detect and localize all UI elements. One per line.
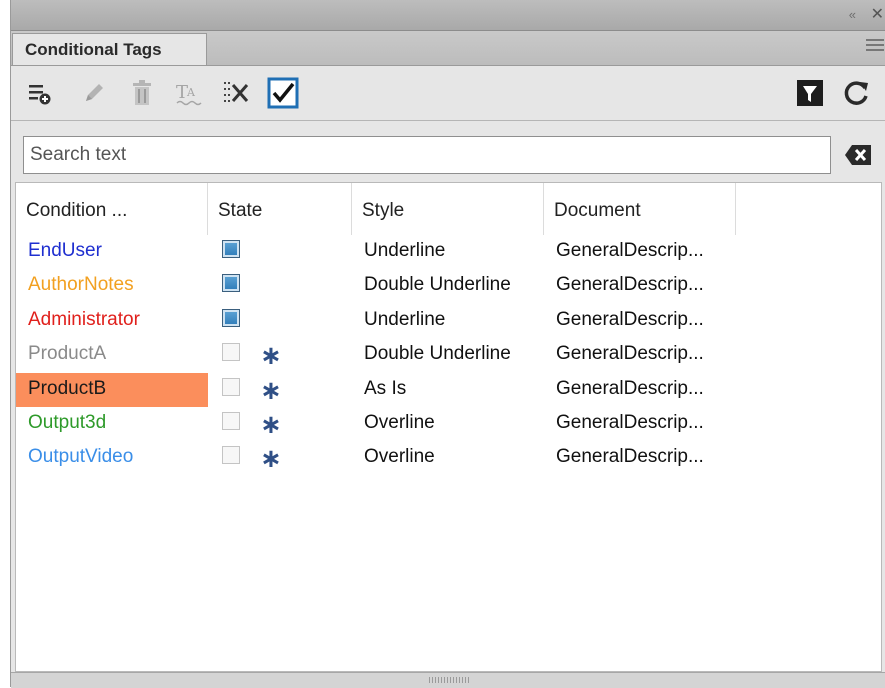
condition-style: Overline xyxy=(364,446,435,468)
condition-row[interactable]: ProductB ∗ As Is GeneralDescrip... xyxy=(16,372,881,407)
column-header-document[interactable]: Document xyxy=(544,183,736,235)
condition-row[interactable]: Output3d ∗ Overline GeneralDescrip... xyxy=(16,407,881,441)
state-checkbox[interactable] xyxy=(222,412,240,430)
condition-style: Double Underline xyxy=(364,274,511,296)
partial-state-icon: ∗ xyxy=(260,443,282,474)
new-condition-button[interactable] xyxy=(23,76,57,110)
panel-menu-icon[interactable] xyxy=(866,39,884,53)
condition-row[interactable]: Administrator Underline GeneralDescrip... xyxy=(16,304,881,338)
condition-name[interactable]: EndUser xyxy=(16,235,208,269)
condition-document: GeneralDescrip... xyxy=(556,446,704,468)
condition-name[interactable]: Administrator xyxy=(16,304,208,338)
condition-document: GeneralDescrip... xyxy=(556,240,704,261)
condition-row[interactable]: EndUser Underline GeneralDescrip... xyxy=(16,235,881,269)
condition-row[interactable]: OutputVideo ∗ Overline GeneralDescrip... xyxy=(16,441,881,475)
partial-state-icon: ∗ xyxy=(260,374,282,405)
state-checkbox[interactable] xyxy=(222,446,240,465)
tab-strip: Conditional Tags xyxy=(11,31,885,66)
close-icon[interactable]: ✕ xyxy=(871,4,884,24)
state-checkbox[interactable] xyxy=(222,274,240,293)
condition-style: Double Underline xyxy=(364,343,511,365)
show-indicators-button[interactable] xyxy=(266,76,300,110)
tab-conditional-tags[interactable]: Conditional Tags xyxy=(12,33,207,65)
condition-document: GeneralDescrip... xyxy=(556,343,704,365)
clear-search-icon[interactable] xyxy=(844,144,872,166)
remove-condition-icon xyxy=(224,82,249,102)
remove-condition-button[interactable] xyxy=(219,76,253,110)
panel-titlebar: « ✕ xyxy=(11,0,885,31)
search-input[interactable] xyxy=(23,136,831,174)
refresh-icon xyxy=(844,81,868,105)
toolbar: T A xyxy=(11,66,885,120)
condition-name[interactable]: OutputVideo xyxy=(16,441,208,475)
search-row xyxy=(11,120,885,181)
svg-text:A: A xyxy=(186,86,196,99)
condition-style: Overline xyxy=(364,412,435,433)
condition-style: As Is xyxy=(364,377,407,399)
edit-condition-button[interactable] xyxy=(77,76,111,110)
checkbox-checked-icon xyxy=(267,77,299,109)
edit-pencil-icon xyxy=(86,84,103,101)
condition-document: GeneralDescrip... xyxy=(556,412,704,433)
state-checkbox[interactable] xyxy=(222,377,240,396)
filter-icon xyxy=(797,80,823,106)
condition-name[interactable]: ProductA xyxy=(16,338,208,372)
filter-button[interactable] xyxy=(793,76,827,110)
condition-document: GeneralDescrip... xyxy=(556,377,704,399)
condition-style: Underline xyxy=(364,308,446,330)
panel-bottom-bar xyxy=(11,672,885,688)
resize-grip[interactable] xyxy=(429,677,469,683)
partial-state-icon: ∗ xyxy=(260,340,282,371)
column-header-state[interactable]: State xyxy=(208,183,352,235)
state-checkbox[interactable] xyxy=(222,308,240,327)
condition-name[interactable]: Output3d xyxy=(16,407,208,441)
conditions-list: Condition ... State Style Document EndUs… xyxy=(15,182,882,672)
condition-name[interactable]: ProductB xyxy=(16,372,208,407)
condition-style: Underline xyxy=(364,240,446,261)
column-header-style[interactable]: Style xyxy=(352,183,544,235)
delete-condition-button[interactable] xyxy=(125,76,159,110)
text-format-icon: T A xyxy=(176,82,202,106)
state-checkbox[interactable] xyxy=(222,343,240,362)
column-header-condition[interactable]: Condition ... xyxy=(16,183,208,235)
condition-row[interactable]: ProductA ∗ Double Underline GeneralDescrip.… xyxy=(16,338,881,372)
new-condition-icon xyxy=(29,85,51,105)
condition-name[interactable]: AuthorNotes xyxy=(16,269,208,303)
collapse-icon[interactable]: « xyxy=(849,7,856,22)
trash-icon xyxy=(133,80,151,105)
partial-state-icon: ∗ xyxy=(260,409,282,439)
conditional-tags-panel: « ✕ Conditional Tags T A Search text Con… xyxy=(10,0,885,688)
condition-document: GeneralDescrip... xyxy=(556,308,704,330)
refresh-button[interactable] xyxy=(839,76,873,110)
text-format-button[interactable]: T A xyxy=(171,76,205,110)
condition-row[interactable]: AuthorNotes Double Underline GeneralDescri… xyxy=(16,269,881,303)
condition-document: GeneralDescrip... xyxy=(556,274,704,296)
state-checkbox[interactable] xyxy=(222,240,240,258)
